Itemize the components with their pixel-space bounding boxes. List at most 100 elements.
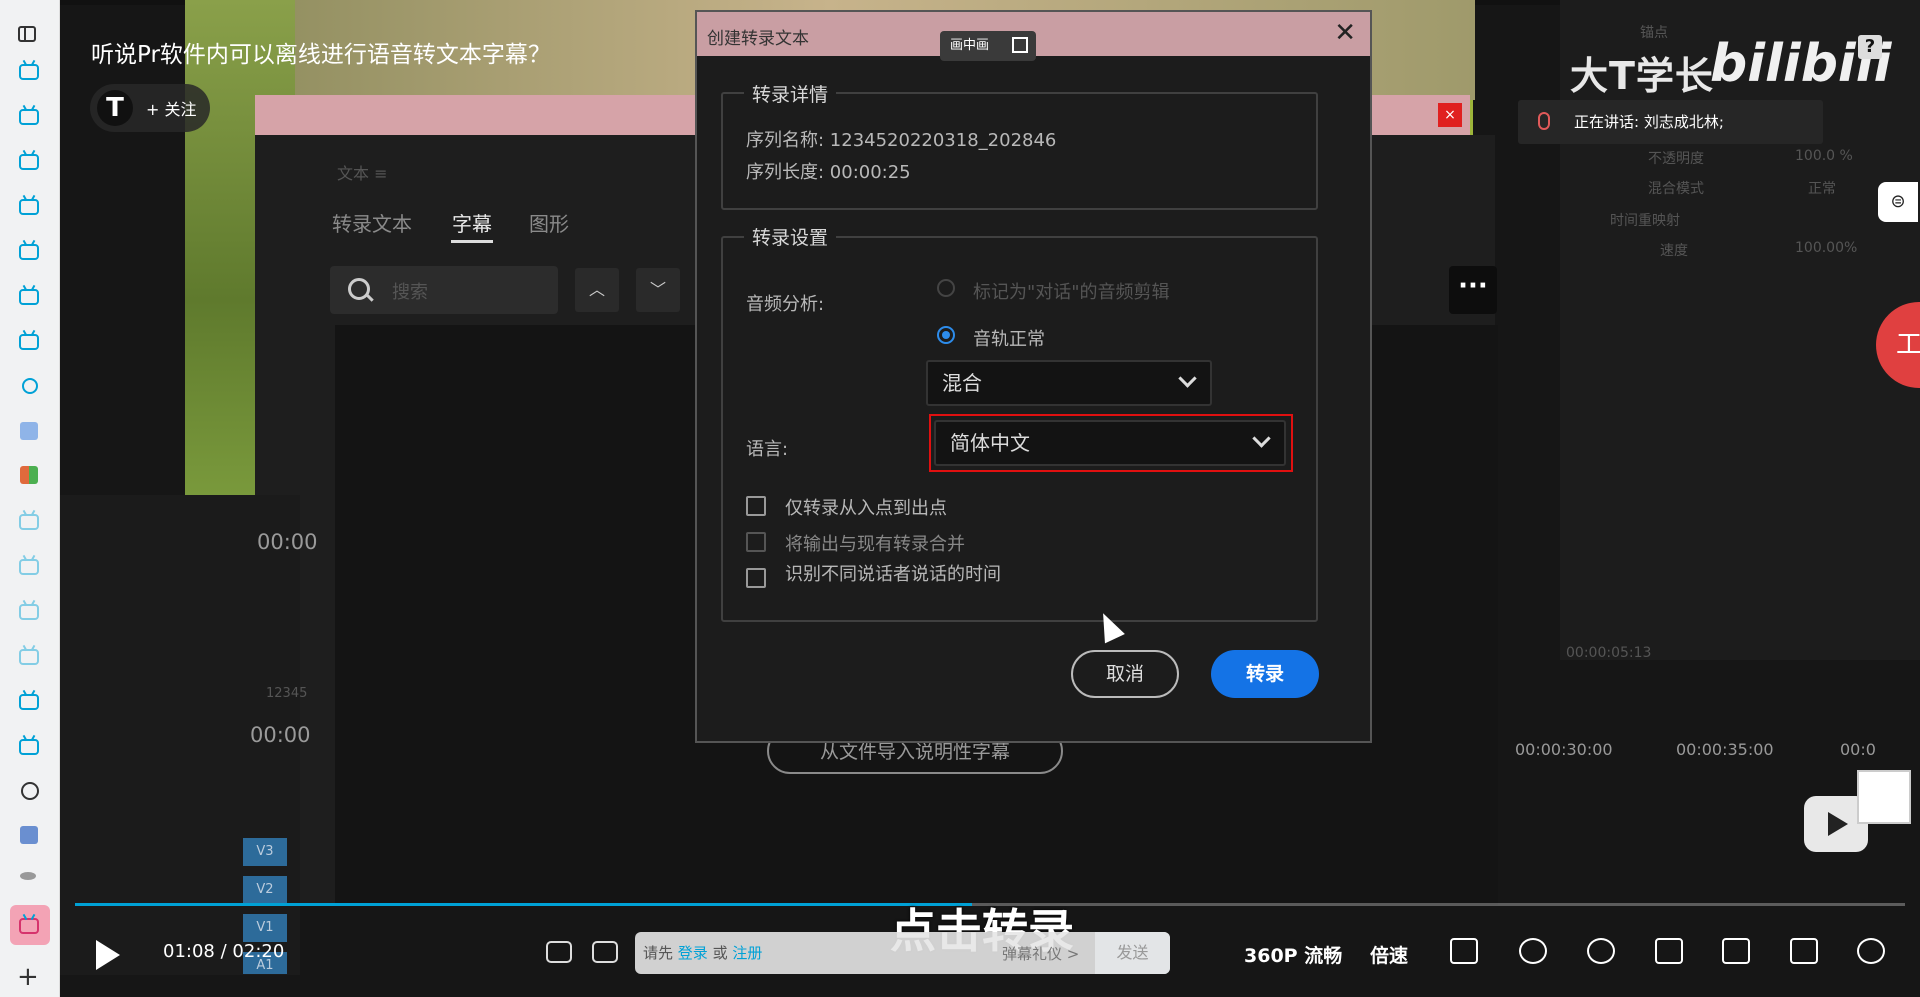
effect-item: 混合模式 bbox=[1648, 181, 1704, 197]
bilibili-tv-icon[interactable] bbox=[19, 694, 39, 710]
audio-analysis-label: 音频分析: bbox=[746, 294, 825, 315]
danmu-prefix: 请先 bbox=[643, 944, 678, 962]
current-time: 01:08 bbox=[163, 941, 215, 962]
effect-time: 00:00:05:13 bbox=[1566, 645, 1652, 661]
bilibili-tv-icon bbox=[19, 918, 39, 934]
extension-icon[interactable] bbox=[21, 782, 39, 800]
webfullscreen-icon[interactable] bbox=[1790, 938, 1818, 964]
sequence-label: 12345 bbox=[266, 686, 308, 701]
quality-button[interactable]: 360P 流畅 bbox=[1244, 941, 1342, 968]
danmu-placeholder: 请先 登录 或 注册 bbox=[643, 942, 762, 963]
more-options-icon: ··· bbox=[1449, 266, 1497, 314]
danmu-settings-icon[interactable] bbox=[592, 941, 618, 963]
checkbox-inout-label: 仅转录从入点到出点 bbox=[785, 498, 947, 519]
uploader-avatar[interactable]: T bbox=[97, 90, 133, 126]
track-v1: V1 bbox=[243, 914, 287, 942]
pip-icon bbox=[1012, 37, 1028, 53]
language-label: 语言: bbox=[746, 439, 789, 460]
send-button[interactable]: 发送 bbox=[1095, 932, 1170, 974]
effect-value: 100.00% bbox=[1795, 240, 1858, 256]
login-link[interactable]: 登录 bbox=[678, 944, 708, 962]
bilibili-tv-icon[interactable] bbox=[19, 559, 39, 575]
danmu-toggle-icon[interactable] bbox=[546, 941, 572, 963]
timecode: 00:00 bbox=[257, 530, 318, 554]
bilibili-tv-icon[interactable] bbox=[19, 514, 39, 530]
danmu-input[interactable]: 请先 登录 或 注册 弹幕礼仪 > 发送 bbox=[635, 932, 1170, 974]
premiere-search: 搜索 bbox=[330, 266, 558, 314]
ruler-label: 00:00:30:00 bbox=[1515, 740, 1613, 759]
effect-item: 锚点 bbox=[1640, 25, 1668, 41]
document-icon[interactable] bbox=[20, 422, 38, 440]
checkbox-speakers-label: 识别不同说话者说话的时间 bbox=[785, 564, 1001, 585]
search-icon bbox=[348, 278, 370, 300]
help-icon[interactable]: ? bbox=[1858, 35, 1882, 59]
pip-label: 画中画 bbox=[950, 38, 990, 53]
watermark-text: 大T学长 bbox=[1570, 54, 1714, 98]
calendar-icon[interactable] bbox=[20, 826, 38, 844]
progress-fill bbox=[75, 903, 972, 906]
sequence-name: 序列名称: 1234520220318_202846 bbox=[746, 130, 1057, 151]
ruler-label: 00:0 bbox=[1840, 740, 1876, 759]
bilibili-tv-icon[interactable] bbox=[19, 244, 39, 260]
diamond-icon[interactable] bbox=[20, 872, 36, 880]
mix-select: 混合 bbox=[926, 360, 1212, 406]
fullscreen-icon[interactable] bbox=[1857, 938, 1885, 964]
speed-button[interactable]: 倍速 bbox=[1370, 941, 1408, 968]
track-v3: V3 bbox=[243, 838, 287, 866]
add-icon[interactable]: + bbox=[17, 964, 39, 990]
danmu-etiquette-link[interactable]: 弹幕礼仪 > bbox=[1002, 943, 1079, 964]
ai-assistant-icon[interactable]: ⊜ bbox=[1878, 182, 1918, 222]
settings-icon[interactable] bbox=[1587, 938, 1615, 964]
bilibili-tv-icon[interactable] bbox=[19, 604, 39, 620]
app-grid-icon[interactable] bbox=[20, 466, 38, 484]
time-separator: / bbox=[220, 941, 227, 962]
close-icon: ✕ bbox=[1334, 18, 1356, 48]
track-v2: V2 bbox=[243, 876, 287, 904]
checkbox-merge bbox=[746, 532, 766, 552]
panel-header: 文本 ≡ bbox=[337, 164, 388, 183]
play-icon[interactable] bbox=[96, 940, 120, 970]
time-display: 01:08 / 02:20 bbox=[163, 941, 284, 962]
bilibili-tv-icon[interactable] bbox=[19, 739, 39, 755]
bilibili-tv-icon[interactable] bbox=[19, 289, 39, 305]
bilibili-tv-icon[interactable] bbox=[19, 109, 39, 125]
sidebar-toggle-icon[interactable] bbox=[18, 26, 36, 42]
bilibili-tv-icon[interactable] bbox=[19, 154, 39, 170]
register-link[interactable]: 注册 bbox=[732, 944, 762, 962]
bilibili-tv-icon[interactable] bbox=[19, 64, 39, 80]
active-tab-highlight[interactable] bbox=[10, 905, 50, 945]
left-sidebar: + bbox=[0, 0, 60, 997]
bilibili-tv-icon[interactable] bbox=[19, 649, 39, 665]
speaking-text: 正在讲话: 刘志成北林; bbox=[1574, 113, 1724, 131]
checkbox-inout bbox=[746, 496, 766, 516]
pip-button[interactable]: 画中画 bbox=[940, 31, 1036, 61]
transcribe-button: 转录 bbox=[1211, 650, 1319, 698]
qr-code-icon[interactable] bbox=[1857, 770, 1911, 824]
duration: 02:20 bbox=[232, 941, 285, 962]
pip-icon[interactable] bbox=[1655, 938, 1683, 964]
effect-item: 速度 bbox=[1660, 243, 1688, 259]
chevron-down-icon: ﹀ bbox=[636, 268, 680, 312]
search-placeholder: 搜索 bbox=[392, 282, 428, 303]
follow-label: + 关注 bbox=[146, 100, 197, 119]
bilibili-tv-icon[interactable] bbox=[19, 199, 39, 215]
details-legend: 转录详情 bbox=[744, 80, 837, 107]
subtitle-icon[interactable] bbox=[1450, 938, 1478, 964]
settings-legend: 转录设置 bbox=[744, 223, 837, 250]
radio-dialogue-label: 标记为"对话"的音频剪辑 bbox=[973, 282, 1170, 303]
ruler-label: 00:00:35:00 bbox=[1676, 740, 1774, 759]
timeline-timecode: 00:00 bbox=[250, 723, 311, 747]
bilibili-tv-icon[interactable] bbox=[19, 334, 39, 350]
checkbox-speakers bbox=[746, 568, 766, 588]
dialog-title: 创建转录文本 bbox=[707, 29, 809, 49]
danmu-or: 或 bbox=[707, 944, 733, 962]
search-icon[interactable] bbox=[22, 378, 38, 394]
mic-muted-icon bbox=[1538, 112, 1550, 130]
mute-icon[interactable] bbox=[1519, 938, 1547, 964]
radio-dialogue bbox=[937, 279, 955, 297]
effect-value: 100.0 % bbox=[1795, 148, 1853, 164]
checkbox-merge-label: 将输出与现有转录合并 bbox=[785, 534, 965, 555]
effect-value: 正常 bbox=[1808, 181, 1836, 197]
widescreen-icon[interactable] bbox=[1722, 938, 1750, 964]
chevron-up-icon: ︿ bbox=[575, 268, 619, 312]
